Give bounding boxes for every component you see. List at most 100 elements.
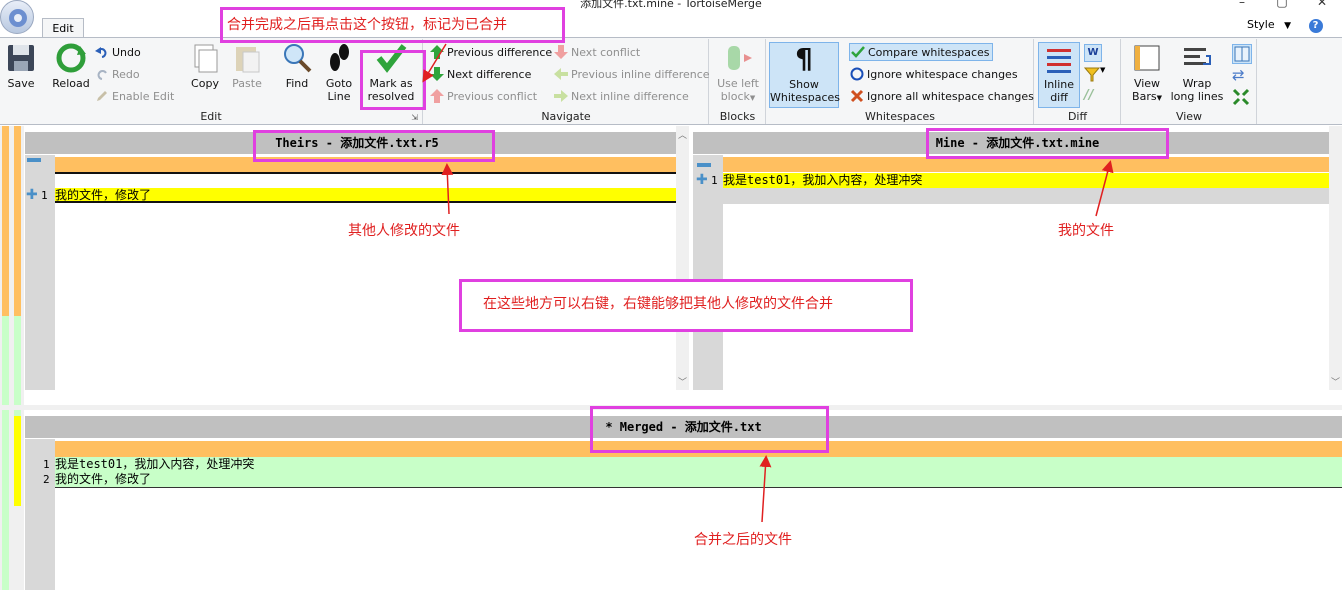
annotation-box-theirs — [253, 130, 495, 162]
undo-icon — [95, 45, 109, 59]
merged-gutter — [25, 439, 55, 590]
reload-button[interactable]: Reload — [50, 42, 92, 90]
theirs-pane[interactable]: Theirs - 添加文件.txt.r5 ✚ 1 我的文件，修改了 ︿ ﹀ — [25, 126, 689, 390]
annotation-top: 合并完成之后再点击这个按钮，标记为已合并 — [227, 14, 507, 34]
window-controls: – ▢ ✕ — [1222, 0, 1342, 9]
scroll-down-icon[interactable]: ﹀ — [1331, 375, 1340, 388]
theirs-scrollbar[interactable]: ︿ ﹀ — [676, 126, 689, 390]
next-conflict-button[interactable]: Next conflict — [554, 44, 640, 62]
collapse-icon — [1232, 88, 1250, 109]
dropdown-arrow-icon: ▼ — [1156, 94, 1162, 102]
swap-views-button[interactable]: ⇄ — [1232, 66, 1252, 86]
group-blocks-label: Blocks — [719, 110, 756, 123]
filter-icon — [1083, 67, 1101, 85]
arrow-up-icon — [430, 45, 444, 59]
app-menu-icon[interactable] — [0, 0, 34, 34]
save-icon — [5, 42, 37, 74]
title-bar: 添加文件.txt.mine - TortoiseMerge – ▢ ✕ — [0, 0, 1342, 12]
inline-diff-button[interactable]: Inline diff — [1038, 42, 1080, 108]
save-button[interactable]: Save — [4, 42, 38, 90]
previous-difference-button[interactable]: Previous difference — [430, 44, 552, 62]
restore-button[interactable]: ▢ — [1262, 0, 1302, 9]
tortoisemerge-window: 添加文件.txt.mine - TortoiseMerge – ▢ ✕ Edit S… — [0, 0, 1342, 590]
swap-icon: ⇄ — [1232, 66, 1245, 84]
scroll-up-icon[interactable]: ︿ — [678, 128, 687, 141]
inline-diff-icon — [1043, 43, 1075, 75]
merged-line[interactable]: 我的文件，修改了 — [55, 472, 151, 487]
copy-icon — [189, 42, 221, 74]
group-view-label: View — [1175, 110, 1203, 123]
location-bar[interactable] — [0, 126, 24, 590]
tab-edit[interactable]: Edit — [42, 18, 84, 38]
find-icon — [281, 42, 313, 74]
layout-toggle-button[interactable] — [1232, 44, 1252, 64]
reload-icon — [55, 42, 87, 74]
group-navigate: Previous difference Next difference Prev… — [424, 39, 710, 124]
moved-icon: // — [1084, 88, 1094, 103]
filter-menu-button[interactable]: ▼ — [1083, 66, 1118, 85]
ribbon-tab-row — [0, 12, 1342, 38]
next-inline-difference-button[interactable]: Next inline difference — [554, 88, 689, 106]
previous-conflict-button[interactable]: Previous conflict — [430, 88, 537, 106]
show-whitespaces-button[interactable]: ¶ Show Whitespaces — [769, 42, 840, 108]
redo-button[interactable]: Redo — [95, 66, 140, 84]
mine-pane[interactable]: Mine - 添加文件.txt.mine ✚ 1 我是test01，我加入内容，… — [693, 126, 1342, 390]
copy-button[interactable]: Copy — [187, 42, 223, 90]
close-button[interactable]: ✕ — [1302, 0, 1342, 9]
use-left-block-icon — [722, 42, 754, 74]
undo-button[interactable]: Undo — [95, 44, 141, 62]
word-icon: W — [1087, 47, 1099, 58]
wrap-long-lines-button[interactable]: Wrap long lines — [1169, 42, 1225, 103]
group-diff: Inline diff W ▼ // Diff — [1035, 39, 1121, 124]
mine-scrollbar[interactable]: ﹀ — [1329, 126, 1342, 390]
footsteps-icon — [323, 42, 355, 74]
goto-line-button[interactable]: Goto Line — [322, 42, 356, 103]
added-line-icon: ✚ — [26, 187, 38, 203]
layout-icon — [1233, 46, 1251, 66]
style-menu[interactable]: Style ▼ ? — [1247, 18, 1342, 36]
compare-whitespaces-button[interactable]: Compare whitespaces — [849, 43, 993, 61]
pilcrow-icon: ¶ — [795, 42, 813, 75]
mine-line[interactable]: 我是test01，我加入内容，处理冲突 — [723, 173, 922, 188]
collapse-marker-icon[interactable] — [697, 163, 711, 167]
chevron-down-icon: ▼ — [1284, 21, 1292, 31]
redo-icon — [95, 67, 109, 81]
ignore-all-whitespace-changes-button[interactable]: Ignore all whitespace changes — [850, 88, 1034, 106]
previous-inline-difference-button[interactable]: Previous inline difference — [554, 66, 710, 84]
view-bars-button[interactable]: View Bars▼ — [1125, 42, 1169, 105]
use-left-block-button[interactable]: Use left block▼ — [714, 42, 762, 105]
paste-button[interactable]: Paste — [229, 42, 265, 90]
scroll-down-icon[interactable]: ﹀ — [678, 375, 687, 388]
word-diff-button[interactable]: W — [1084, 44, 1102, 62]
pencil-icon — [95, 89, 109, 103]
collapse-button[interactable] — [1232, 88, 1252, 108]
group-view: View Bars▼ Wrap long lines ⇄ View — [1122, 39, 1257, 124]
annotation-box-merged — [590, 406, 829, 453]
group-navigate-label: Navigate — [541, 110, 591, 123]
group-diff-label: Diff — [1067, 110, 1088, 123]
minimize-button[interactable]: – — [1222, 0, 1262, 9]
annotation-middle: 在这些地方可以右键，右键能够把其他人修改的文件合并 — [483, 296, 833, 312]
group-whitespaces-label: Whitespaces — [865, 110, 935, 123]
style-label: Style — [1247, 18, 1275, 31]
bars-icon — [1131, 42, 1163, 74]
find-button[interactable]: Find — [281, 42, 313, 90]
moved-diff-button[interactable]: // — [1084, 88, 1102, 106]
ribbon: Save Reload Undo Redo Enable Edit Copy P… — [0, 37, 1342, 125]
arrow-down-icon — [554, 45, 568, 59]
next-difference-button[interactable]: Next difference — [430, 66, 531, 84]
wrap-icon — [1181, 42, 1213, 74]
theirs-line[interactable]: 我的文件，修改了 — [55, 188, 151, 203]
merged-line[interactable]: 我是test01，我加入内容，处理冲突 — [55, 457, 254, 472]
arrow-down-icon — [430, 67, 444, 81]
added-line-icon: ✚ — [696, 172, 708, 188]
ignore-whitespace-changes-button[interactable]: Ignore whitespace changes — [850, 66, 1018, 84]
collapse-marker-icon[interactable] — [27, 158, 41, 162]
line-number: 1 — [43, 458, 50, 471]
cross-icon — [850, 89, 864, 103]
group-blocks: Use left block▼ Blocks — [710, 39, 766, 124]
dialog-launcher-icon[interactable]: ⇲ — [411, 113, 418, 122]
enable-edit-button[interactable]: Enable Edit — [95, 88, 174, 106]
help-icon[interactable]: ? — [1308, 19, 1323, 33]
circle-icon — [850, 67, 864, 81]
